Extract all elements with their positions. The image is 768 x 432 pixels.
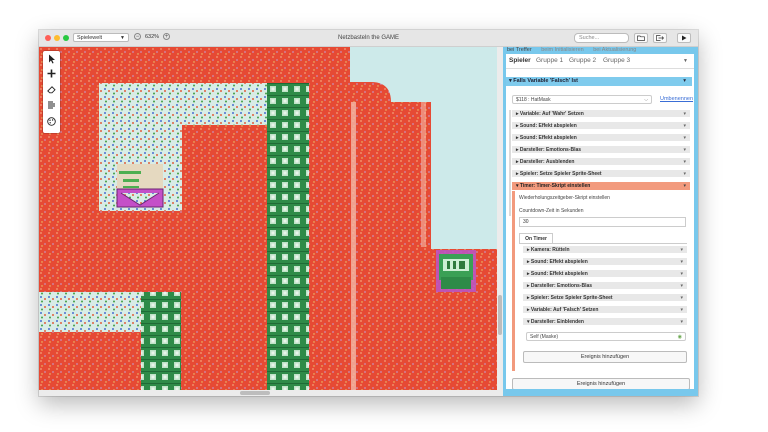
panel-body: Spieler Gruppe 1 Gruppe 2 Gruppe 3 ▼ ▾ F… xyxy=(506,54,694,389)
chevron-down-icon: ▾ xyxy=(680,283,683,289)
chevron-down-icon: ▾ xyxy=(680,259,683,265)
tile-map xyxy=(39,47,497,390)
countdown-label: Countdown-Zeit in Sekunden xyxy=(519,208,584,214)
tab-on-init[interactable]: beim Initialisieren xyxy=(541,47,584,53)
variable-select-value: $118 : HatMask xyxy=(516,97,551,103)
tab-on-hit[interactable]: bei Treffer xyxy=(507,47,532,53)
scroll-thumb[interactable] xyxy=(498,295,502,335)
action-row[interactable]: ▸ Darsteller: Emotions-Blas ▾ xyxy=(512,146,690,154)
monster-sprite[interactable] xyxy=(436,250,476,292)
nested-action-row[interactable]: ▸ Spieler: Setze Spieler Sprite-Sheet ▾ xyxy=(523,294,687,302)
action-label: ▸ Spieler: Setze Spieler Sprite-Sheet xyxy=(527,295,613,301)
add-event-inner-button[interactable]: Ereignis hinzufügen xyxy=(523,351,687,363)
repeat-label: Wiederholungszeitgeber-Skript einstellen xyxy=(519,195,610,201)
game-canvas[interactable] xyxy=(39,47,497,390)
nested-action-row[interactable]: ▸ Sound: Effekt abspielen ▾ xyxy=(523,258,687,266)
pointer-icon[interactable] xyxy=(45,54,58,67)
eraser-icon[interactable] xyxy=(45,85,58,98)
action-label: ▸ Spieler: Setze Spieler Sprite-Sheet xyxy=(516,171,602,177)
trigger-tabs: bei Treffer beim Initialisieren bei Aktu… xyxy=(507,47,644,53)
play-button[interactable] xyxy=(677,33,691,43)
tab-player[interactable]: Spieler xyxy=(509,57,531,64)
add-event-button[interactable]: Ereignis hinzufügen xyxy=(512,378,690,389)
tab-group-2[interactable]: Gruppe 2 xyxy=(569,57,596,64)
chevron-down-icon: ▾ xyxy=(683,171,686,177)
action-label: ▸ Sound: Effekt abspielen xyxy=(516,123,577,129)
timer-header-label: ▾ Timer: Timer-Skript einstellen xyxy=(516,183,591,189)
folder-icon xyxy=(637,35,645,41)
action-label: ▸ Darsteller: Emotions-Blas xyxy=(527,283,593,289)
chevron-down-icon: ▾ xyxy=(683,183,686,189)
event-panel: bei Treffer beim Initialisieren bei Aktu… xyxy=(503,47,698,396)
stamp-icon[interactable] xyxy=(45,101,58,114)
condition-header[interactable]: ▾ Falls Variable 'Falsch' Ist ▾ xyxy=(506,77,692,86)
export-button[interactable] xyxy=(653,33,667,43)
scroll-thumb[interactable] xyxy=(240,391,270,395)
palette-icon[interactable] xyxy=(45,117,58,130)
action-label: ▸ Variable: Auf 'Wahr' Setzen xyxy=(516,111,584,117)
plus-icon[interactable] xyxy=(45,69,58,82)
tool-palette xyxy=(43,51,60,133)
search-input[interactable]: Suche... xyxy=(574,33,629,43)
tab-group-3[interactable]: Gruppe 3 xyxy=(603,57,630,64)
chevron-down-icon: ▾ xyxy=(683,135,686,141)
action-row[interactable]: ▸ Darsteller: Ausblenden ▾ xyxy=(512,158,690,166)
tab-on-update[interactable]: bei Aktualisierung xyxy=(593,47,636,53)
block-indent xyxy=(509,110,511,216)
chevron-down-icon: ▾ xyxy=(683,111,686,117)
nested-action-row[interactable]: ▸ Darsteller: Emotions-Blas ▾ xyxy=(523,282,687,290)
action-row[interactable]: ▸ Sound: Effekt abspielen ▾ xyxy=(512,122,690,130)
tab-on-timer-end[interactable]: On Timer End xyxy=(519,233,553,252)
chevron-down-icon: ▾ xyxy=(680,271,683,277)
action-label: ▸ Darsteller: Ausblenden xyxy=(516,159,575,165)
action-label: ▸ Sound: Effekt abspielen xyxy=(527,259,588,265)
chevron-down-icon: ▾ xyxy=(680,319,683,325)
eye-icon[interactable]: ◉ xyxy=(678,333,682,341)
action-label: ▸ Sound: Effekt abspielen xyxy=(527,271,588,277)
chevron-down-icon: ▾ xyxy=(680,295,683,301)
action-row[interactable]: ▸ Variable: Auf 'Wahr' Setzen ▾ xyxy=(512,110,690,118)
action-label: ▸ Sound: Effekt abspielen xyxy=(516,135,577,141)
self-select[interactable]: Self (Maske) ◉ xyxy=(526,332,686,341)
condition-header-label: ▾ Falls Variable 'Falsch' Ist xyxy=(509,78,578,84)
timer-block-bar xyxy=(512,191,515,371)
app-window: Spielewelt ▼ − 632% + Netzbasteln the GA… xyxy=(39,30,698,396)
fade-in-header[interactable]: ▾ Darsteller: Einblenden ▾ xyxy=(523,318,687,326)
timer-header[interactable]: ▾ Timer: Timer-Skript einstellen ▾ xyxy=(512,182,690,191)
chevron-down-icon: ▾ xyxy=(683,147,686,153)
export-icon xyxy=(656,35,664,41)
chevron-down-icon: ▾ xyxy=(683,123,686,129)
divider xyxy=(519,243,687,244)
chevron-down-icon: ⌵ xyxy=(644,97,648,103)
self-select-value: Self (Maske) xyxy=(530,334,559,340)
action-label: ▸ Darsteller: Emotions-Blas xyxy=(516,147,582,153)
action-row[interactable]: ▸ Sound: Effekt abspielen ▾ xyxy=(512,134,690,142)
canvas-horizontal-scrollbar[interactable] xyxy=(39,390,503,396)
nested-action-row[interactable]: ▸ Sound: Effekt abspielen ▾ xyxy=(523,270,687,278)
countdown-input[interactable]: 30 xyxy=(519,217,686,227)
chevron-down-icon: ▾ xyxy=(683,159,686,165)
nested-action-row[interactable]: ▸ Variable: Auf 'Falsch' Setzen ▾ xyxy=(523,306,687,314)
variable-select[interactable]: $118 : HatMask ⌵ xyxy=(512,95,652,104)
chevron-down-icon: ▾ xyxy=(680,307,683,313)
titlebar: Spielewelt ▼ − 632% + Netzbasteln the GA… xyxy=(39,30,698,47)
open-folder-button[interactable] xyxy=(634,33,648,43)
fade-in-label: ▾ Darsteller: Einblenden xyxy=(527,319,584,325)
action-label: ▸ Kamera: Rütteln xyxy=(527,247,570,253)
rename-link[interactable]: Umbenennen xyxy=(660,96,693,102)
chevron-down-icon: ▾ xyxy=(680,247,683,253)
play-icon xyxy=(682,35,687,41)
action-label: ▸ Variable: Auf 'Falsch' Setzen xyxy=(527,307,599,313)
tab-group-1[interactable]: Gruppe 1 xyxy=(536,57,563,64)
nested-action-row[interactable]: ▸ Kamera: Rütteln ▾ xyxy=(523,246,687,254)
chevron-down-icon[interactable]: ▼ xyxy=(683,58,688,64)
group-tabs: Spieler Gruppe 1 Gruppe 2 Gruppe 3 ▼ xyxy=(506,54,694,69)
chevron-down-icon: ▾ xyxy=(683,78,686,84)
action-row[interactable]: ▸ Spieler: Setze Spieler Sprite-Sheet ▾ xyxy=(512,170,690,178)
